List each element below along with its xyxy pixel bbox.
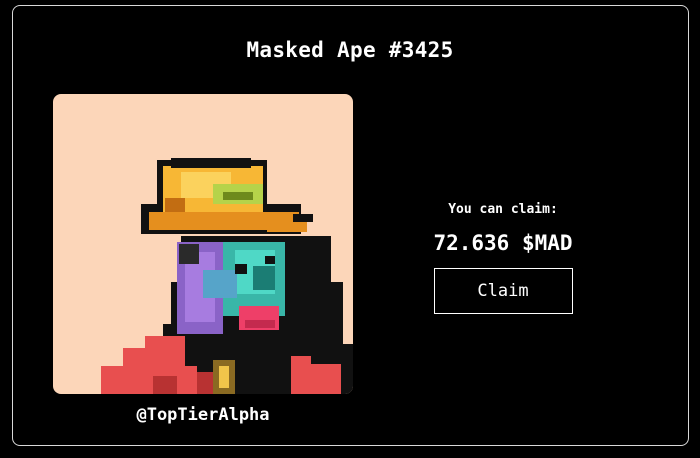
masked-ape-pixel-icon — [101, 158, 353, 394]
nft-image — [53, 94, 353, 394]
owner-handle: @TopTierAlpha — [136, 405, 270, 425]
nft-title: Masked Ape #3425 — [246, 38, 454, 62]
claim-amount: 72.636 $MAD — [433, 231, 573, 255]
claim-label: You can claim: — [448, 202, 558, 217]
claim-button[interactable]: Claim — [433, 268, 573, 314]
claim-panel: You can claim: 72.636 $MAD Claim — [403, 200, 603, 314]
